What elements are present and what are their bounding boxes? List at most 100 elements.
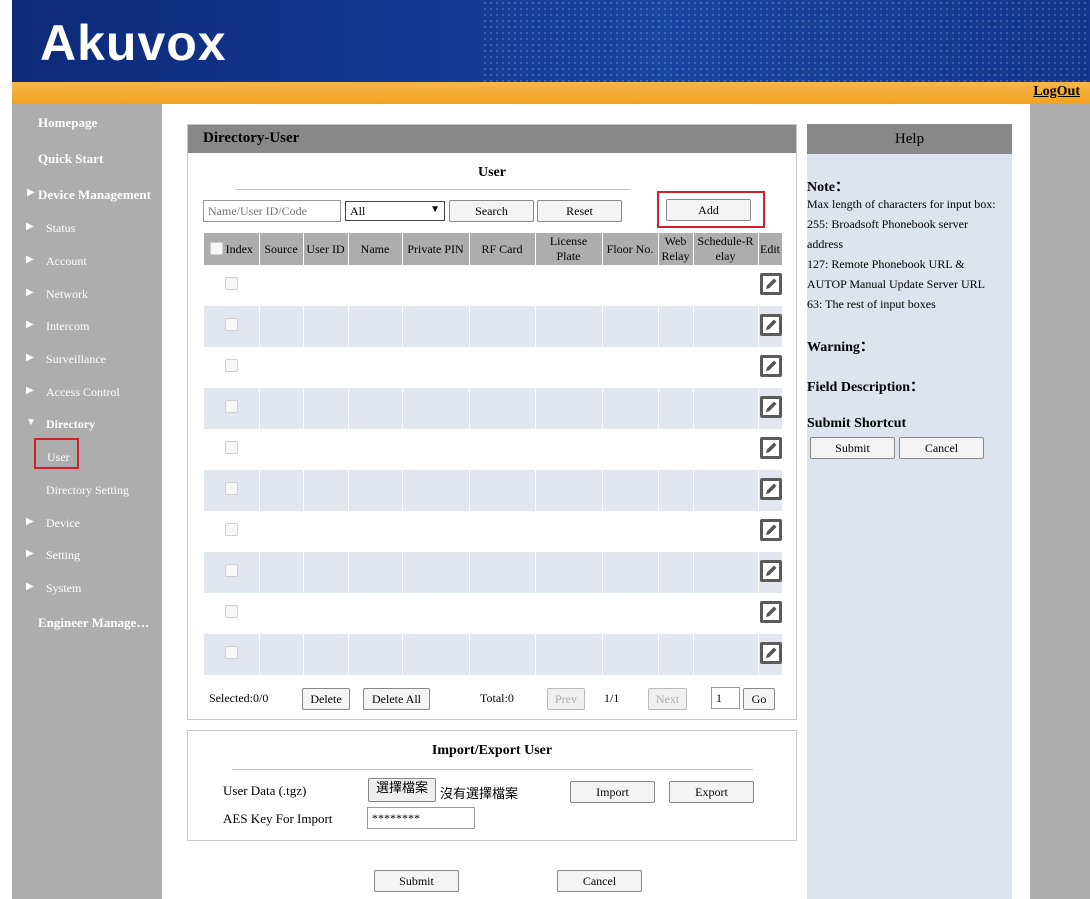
column-header-rf-card: RF Card [469,233,536,265]
edit-icon[interactable] [759,518,782,541]
table-row [204,593,783,634]
row-checkbox[interactable] [224,482,238,495]
table-cell [602,388,659,429]
table-cell [469,429,536,470]
row-checkbox[interactable] [224,318,238,331]
import-export-title: Import/Export User [431,743,553,758]
next-button[interactable]: Next [648,688,687,710]
row-checkbox[interactable] [224,359,238,372]
page-number-input[interactable]: 1 [711,687,740,709]
cancel-button[interactable]: Cancel [557,870,642,892]
user-data-label: User Data (.tgz) [223,783,307,798]
edit-icon[interactable] [759,313,782,336]
sidebar-item-setting[interactable]: ▶ Setting [12,548,162,563]
row-checkbox[interactable] [224,605,238,618]
table-cell [602,552,659,593]
filter-select[interactable]: All ▼ [345,201,445,221]
help-submit-button[interactable]: Submit [810,437,895,459]
sidebar-item-label: Account [46,254,87,268]
sidebar-item-engineer-management[interactable]: Engineer Manage… [12,615,162,631]
filter-select-value: All [350,204,366,218]
edit-icon[interactable] [759,272,782,295]
table-cell [348,388,403,429]
delete-button[interactable]: Delete [302,688,350,710]
sidebar-item-directory-setting[interactable]: Directory Setting [12,483,162,498]
sidebar-item-system[interactable]: ▶ System [12,581,162,596]
search-button[interactable]: Search [449,200,534,222]
edit-icon[interactable] [759,559,782,582]
edit-icon[interactable] [759,395,782,418]
aes-key-input[interactable]: ******** [367,807,475,829]
edit-cell [758,306,783,347]
table-row [204,470,783,511]
import-button[interactable]: Import [570,781,655,803]
sidebar-item-network[interactable]: ▶ Network [12,287,162,302]
row-checkbox[interactable] [224,523,238,536]
sidebar-item-intercom[interactable]: ▶ Intercom [12,319,162,334]
sidebar-item-status[interactable]: ▶ Status [12,221,162,236]
edit-icon[interactable] [759,436,782,459]
aes-key-label: AES Key For Import [223,811,333,826]
add-button[interactable]: Add [666,199,751,221]
table-cell [535,306,603,347]
sidebar-item-label: Intercom [46,319,90,333]
sidebar-item-access-control[interactable]: ▶ Access Control [12,385,162,400]
sidebar-item-label: User [47,450,70,464]
table-cell [402,388,470,429]
table-cell [535,470,603,511]
table-cell [535,552,603,593]
table-cell [348,634,403,675]
row-checkbox[interactable] [224,400,238,413]
sidebar-item-account[interactable]: ▶ Account [12,254,162,269]
table-cell [303,265,349,306]
chevron-down-icon: ▼ [430,204,440,215]
section-divider [232,769,753,770]
row-checkbox[interactable] [224,441,238,454]
go-button[interactable]: Go [743,688,775,710]
edit-icon[interactable] [759,641,782,664]
search-input[interactable] [203,200,341,222]
sidebar-item-label: Access Control [46,385,120,399]
edit-icon[interactable] [759,600,782,623]
select-all-checkbox[interactable] [209,241,223,255]
row-checkbox[interactable] [224,277,238,290]
logout-link[interactable]: LogOut [1033,84,1080,100]
reset-button[interactable]: Reset [537,200,622,222]
table-cell [402,429,470,470]
help-cancel-button[interactable]: Cancel [899,437,984,459]
table-cell [259,470,304,511]
sidebar-item-homepage[interactable]: Homepage [12,115,162,131]
table-cell [602,306,659,347]
delete-all-button[interactable]: Delete All [363,688,430,710]
submit-button[interactable]: Submit [374,870,459,892]
export-button[interactable]: Export [669,781,754,803]
row-checkbox[interactable] [224,564,238,577]
sidebar-item-label: Status [46,221,76,235]
sidebar-item-directory[interactable]: ▼ Directory [12,417,162,432]
table-cell [348,511,403,552]
sidebar-item-quick-start[interactable]: Quick Start [12,151,162,167]
sidebar-item-surveillance[interactable]: ▶ Surveillance [12,352,162,367]
sidebar-item-device-management[interactable]: ▶ Device Management [12,187,162,203]
table-cell [535,511,603,552]
table-cell [535,347,603,388]
prev-button[interactable]: Prev [547,688,585,710]
row-checkbox-cell [204,265,260,306]
choose-file-button[interactable]: 選擇檔案 [368,778,436,802]
column-header-source: Source [259,233,304,265]
edit-icon[interactable] [759,477,782,500]
table-cell [402,593,470,634]
table-cell [535,429,603,470]
table-cell [693,429,759,470]
edit-cell [758,347,783,388]
table-cell [402,347,470,388]
table-row [204,552,783,593]
row-checkbox[interactable] [224,646,238,659]
table-cell [658,552,694,593]
table-cell [602,634,659,675]
edit-icon[interactable] [759,354,782,377]
column-header-user-id: User ID [303,233,349,265]
table-cell [259,347,304,388]
edit-cell [758,511,783,552]
sidebar-item-device[interactable]: ▶ Device [12,516,162,531]
